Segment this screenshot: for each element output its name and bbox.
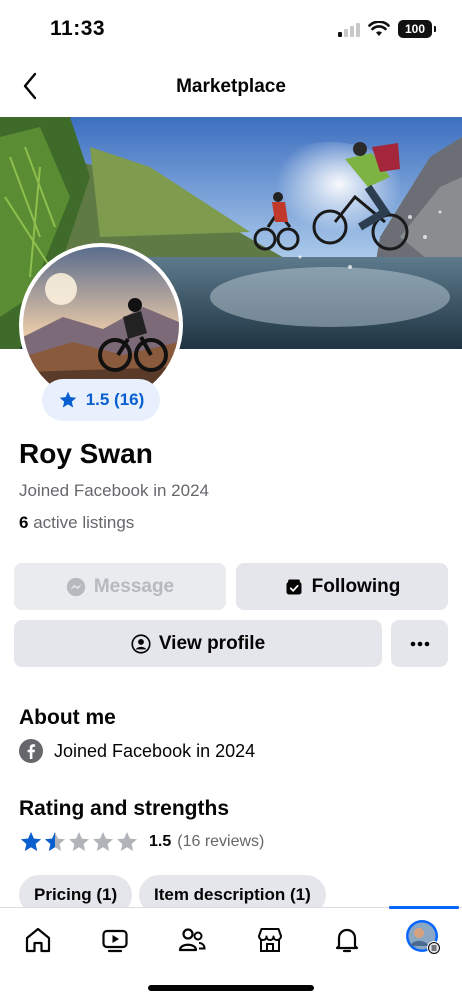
tab-marketplace[interactable] [250,922,290,958]
tab-notifications[interactable] [327,922,367,958]
tab-friends[interactable] [172,922,212,958]
tab-home[interactable] [18,922,58,958]
rating-star-3 [69,832,89,851]
rating-star-5 [117,832,137,851]
rating-badge[interactable]: 1.5 (16) [42,379,160,421]
more-options-button[interactable] [391,620,448,667]
status-bar: 11:33 100 [0,0,462,58]
user-circle-icon [131,633,151,654]
marketplace-icon [258,928,282,952]
about-joined-text: Joined Facebook in 2024 [54,740,256,761]
shop-check-icon [286,579,302,594]
rating-score: 1.5 [149,833,172,850]
rating-reviews: (16 reviews) [177,833,265,850]
home-icon [25,927,51,953]
view-profile-button[interactable]: View profile [14,620,382,667]
wifi-icon [368,21,390,36]
about-me-heading: About me [19,706,116,729]
profile-name: Roy Swan [19,438,153,469]
battery-icon: 100 [398,20,436,38]
active-listings[interactable]: 6 active listings [19,513,134,533]
page-title: Marketplace [176,76,286,97]
profile-icon [406,920,441,955]
more-horizontal-icon [410,641,429,646]
rating-stars[interactable]: 1.5 (16 reviews) [19,830,264,854]
rating-badge-label: 1.5 (16) [85,390,145,409]
friends-icon [178,928,206,952]
message-label: Message [93,575,175,597]
listings-count: 6 [19,513,29,532]
rating-star-4 [93,832,113,851]
video-icon [102,929,128,953]
listings-label: active listings [33,513,135,532]
tab-profile[interactable] [404,920,444,956]
about-joined-row: Joined Facebook in 2024 [19,739,255,763]
signal-icon [338,23,362,37]
stars-graphic [21,832,137,851]
message-button[interactable]: Message [14,563,226,610]
facebook-icon [19,739,43,763]
rating-heading: Rating and strengths [19,797,230,820]
view-profile-label: View profile [158,632,266,654]
status-time: 11:33 [50,17,106,40]
joined-text: Joined Facebook in 2024 [19,481,209,500]
star-icon [59,391,77,408]
rating-star-2 [45,832,65,851]
following-label: Following [311,575,401,597]
home-indicator [148,985,314,991]
following-button[interactable]: Following [236,563,448,610]
messenger-icon [66,577,86,596]
tab-video[interactable] [95,922,135,958]
rating-star-1 [21,832,41,851]
nav-bar: Marketplace [0,58,462,116]
bell-icon [335,928,359,953]
active-tab-indicator [389,906,459,909]
